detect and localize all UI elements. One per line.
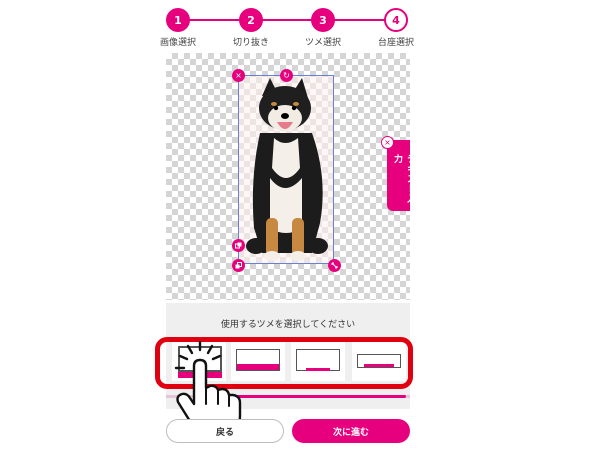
next-button[interactable]: 次に進む — [292, 419, 410, 443]
step-2-label: 切り抜き — [232, 38, 270, 48]
text-input-tab[interactable]: × テキスト入力 — [381, 136, 415, 211]
resize-handle-icon[interactable] — [328, 259, 341, 272]
tap-hand-icon — [174, 340, 242, 430]
dog-image[interactable] — [240, 78, 332, 263]
panel-title: 使用するツメを選択してください — [220, 320, 356, 330]
step-3: 3 — [311, 8, 335, 32]
step-2: 2 — [239, 8, 263, 32]
text-input-tab-label: テキスト入力 — [392, 154, 415, 204]
stepper-line — [172, 19, 394, 21]
step-1: 1 — [166, 8, 190, 32]
editor-canvas[interactable]: × ↻ — [166, 53, 410, 300]
delete-handle-icon[interactable]: × — [232, 69, 245, 82]
progress-stepper: 1 画像選択 2 切り抜き 3 ツメ選択 4 台座選択 — [160, 8, 430, 48]
back-button[interactable]: 戻る — [166, 419, 284, 443]
step-4: 4 — [384, 8, 408, 32]
text-tab-close-icon[interactable]: × — [381, 136, 394, 149]
step-3-label: ツメ選択 — [304, 38, 342, 48]
rotate-handle-icon[interactable]: ↻ — [280, 69, 293, 82]
layer-back-handle-icon[interactable] — [232, 259, 245, 272]
step-4-label: 台座選択 — [377, 38, 415, 48]
layer-front-handle-icon[interactable] — [232, 239, 245, 252]
step-1-label: 画像選択 — [159, 38, 197, 48]
